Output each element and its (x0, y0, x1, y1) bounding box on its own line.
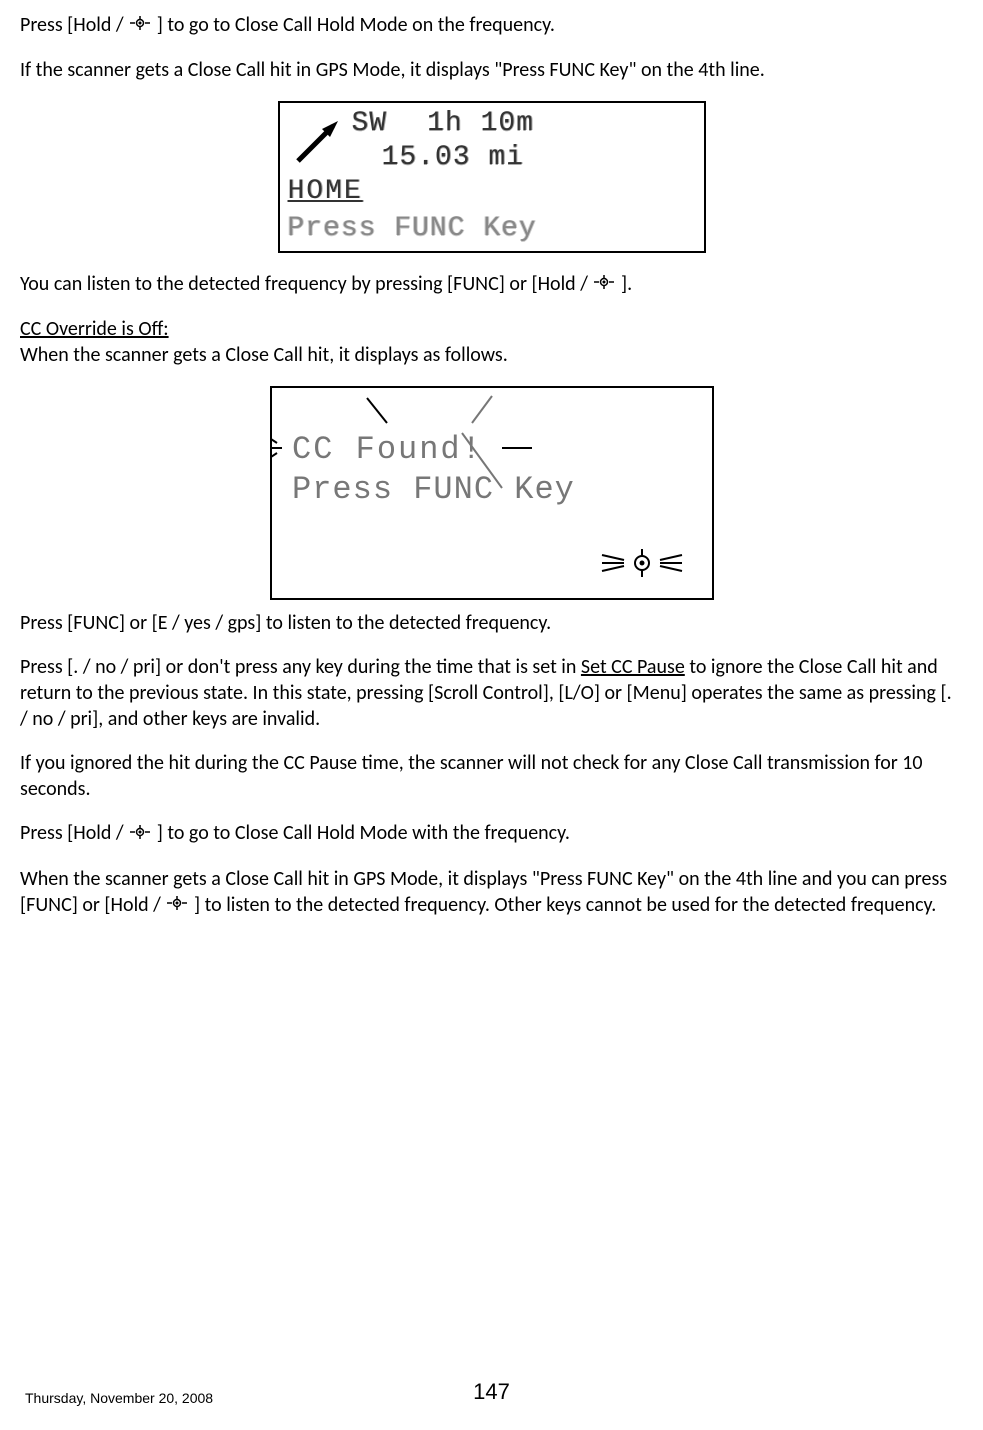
text: ] to go to Close Call Hold Mode with the… (157, 821, 570, 845)
lcd-home-label: HOME (288, 174, 628, 210)
page-footer: Thursday, November 20, 2008 147 (25, 1389, 958, 1407)
lcd-press-func: Press FUNC Key (288, 213, 537, 244)
paragraph: Press [Hold / ] to go to Close Call Hold… (20, 12, 963, 39)
lcd-direction: SW (352, 107, 388, 141)
paragraph: Press [Hold / ] to go to Close Call Hold… (20, 820, 963, 847)
lcd-time: 1h 10m (427, 107, 534, 141)
close-call-icon (128, 13, 152, 39)
text: ]. (621, 272, 632, 296)
lcd-press-func: Press FUNC Key (292, 471, 575, 508)
footer-page-number: 147 (473, 1378, 510, 1407)
lcd-display-cc-found: CC Found! Press FUNC Key (270, 386, 714, 600)
close-call-icon (602, 549, 682, 577)
text: Press [Hold / (20, 821, 128, 845)
section-heading: CC Override is Off: (20, 317, 169, 341)
text: You can listen to the detected frequency… (20, 272, 592, 296)
paragraph: CC Override is Off: When the scanner get… (20, 316, 963, 368)
lcd-display-gps: SW 1h 10m 15.03 mi HOME Press FUNC Key (278, 101, 706, 253)
paragraph: If the scanner gets a Close Call hit in … (20, 57, 963, 83)
close-call-icon (592, 272, 616, 298)
paragraph: You can listen to the detected frequency… (20, 271, 963, 298)
text: Press [. / no / pri] or don't press any … (20, 655, 581, 679)
text: ] to listen to the detected frequency. O… (194, 893, 936, 917)
text: When the scanner gets a Close Call hit, … (20, 343, 508, 367)
paragraph: Press [FUNC] or [E / yes / gps] to liste… (20, 610, 963, 636)
close-call-icon (128, 822, 152, 848)
paragraph: When the scanner gets a Close Call hit i… (20, 866, 963, 919)
link-set-cc-pause[interactable]: Set CC Pause (581, 655, 685, 679)
lcd-distance: 15.03 mi (382, 142, 524, 173)
paragraph: If you ignored the hit during the CC Pau… (20, 750, 963, 802)
paragraph: Press [. / no / pri] or don't press any … (20, 654, 963, 732)
close-call-icon (165, 893, 189, 919)
direction-arrow-icon (288, 111, 348, 171)
text: Press [Hold / (20, 13, 128, 37)
footer-date: Thursday, November 20, 2008 (25, 1389, 213, 1407)
lcd-cc-found: CC Found! (292, 431, 483, 468)
text: ] to go to Close Call Hold Mode on the f… (157, 13, 555, 37)
